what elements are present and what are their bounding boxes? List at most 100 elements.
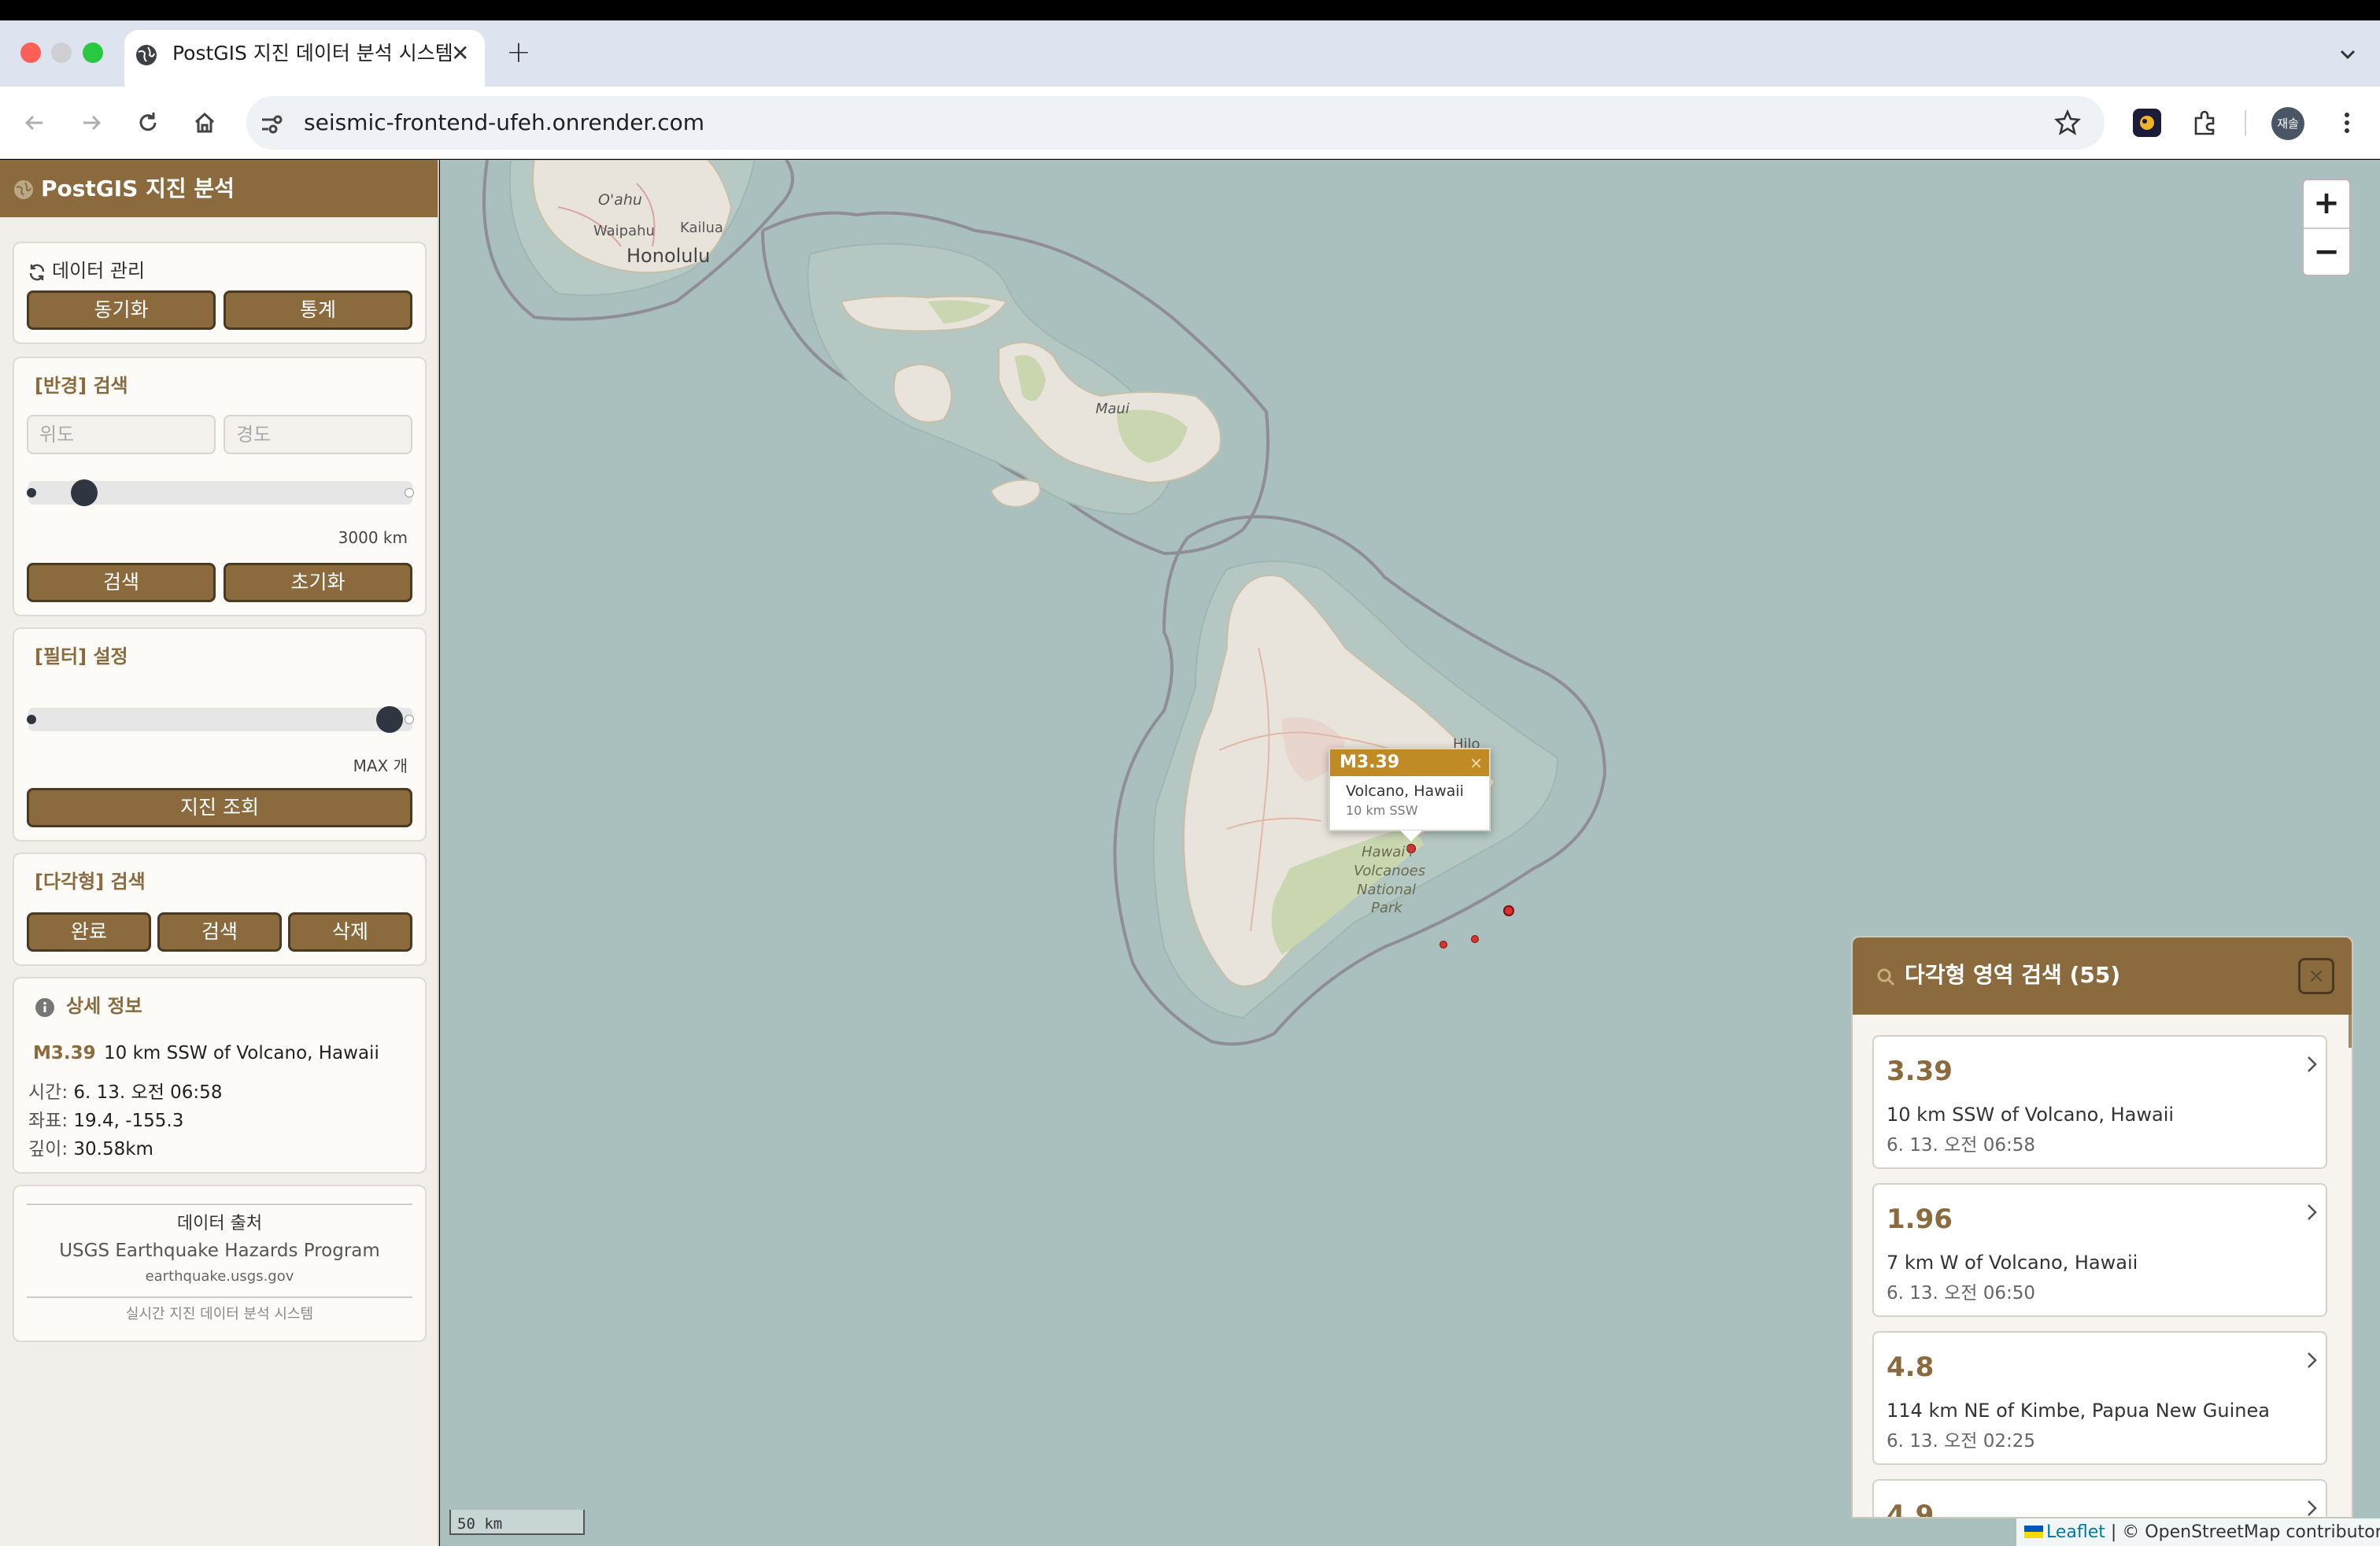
- earthquake-marker[interactable]: [1439, 941, 1447, 949]
- results-close-button[interactable]: ×: [2298, 958, 2334, 994]
- extension-icon[interactable]: [2133, 109, 2161, 137]
- radius-search-button[interactable]: 검색: [27, 563, 216, 602]
- detail-coord-value: 19.4, -155.3: [73, 1111, 184, 1131]
- stats-button[interactable]: 통계: [224, 290, 412, 330]
- zoom-in-button[interactable]: +: [2304, 180, 2349, 227]
- polygon-delete-button[interactable]: 삭제: [288, 912, 412, 952]
- details-title: 상세 정보: [66, 995, 142, 1017]
- popup-tip: [1400, 830, 1422, 841]
- zoom-control: + −: [2301, 178, 2352, 277]
- result-item[interactable]: 4.9: [1872, 1479, 2327, 1517]
- more-menu-icon[interactable]: [2331, 107, 2363, 139]
- chevron-right-icon: [2308, 1500, 2317, 1516]
- bookmark-star-icon[interactable]: [2053, 108, 2082, 138]
- divider: [27, 1204, 412, 1205]
- window-zoom-button[interactable]: [83, 43, 103, 63]
- map-label-waipahu: Waipahu: [593, 223, 655, 239]
- detail-coord-row: 좌표: 19.4, -155.3: [28, 1108, 183, 1134]
- map-label-national: National: [1357, 882, 1417, 898]
- radius-slider-thumb[interactable]: [71, 479, 98, 506]
- latitude-input[interactable]: 위도: [27, 415, 216, 454]
- results-header: 다각형 영역 검색 (55) ×: [1853, 938, 2352, 1015]
- forward-arrow-icon[interactable]: [76, 107, 107, 139]
- radius-reset-button[interactable]: 초기화: [224, 563, 412, 602]
- details-card: 상세 정보 M3.39 10 km SSW of Volcano, Hawaii…: [13, 977, 427, 1174]
- globe-icon: [136, 45, 157, 65]
- radius-slider-max: [405, 488, 414, 497]
- detail-depth-row: 깊이: 30.58km: [28, 1136, 153, 1163]
- puzzle-extensions-icon[interactable]: [2190, 107, 2221, 139]
- zoom-out-button[interactable]: −: [2304, 229, 2349, 276]
- source-site: earthquake.usgs.gov: [145, 1268, 294, 1285]
- popup-header: M3.39 ×: [1330, 749, 1489, 776]
- info-icon: [35, 998, 54, 1017]
- source-title: 데이터 출처: [176, 1214, 263, 1233]
- results-scrollbar[interactable]: [2349, 1015, 2352, 1048]
- earthquake-query-button[interactable]: 지진 조회: [27, 788, 412, 827]
- source-footer: 실시간 지진 데이터 분석 시스템: [125, 1306, 314, 1322]
- radius-search-title: [반경] 검색: [35, 375, 128, 397]
- result-time: 6. 13. 오전 06:58: [1887, 1135, 2036, 1156]
- sidebar: PostGIS 지진 분석 데이터 관리 동기화 통계 [반경] 검색 위도 경…: [0, 160, 439, 1546]
- detail-time-label: 시간:: [28, 1082, 68, 1103]
- map-label-maui: Maui: [1096, 401, 1129, 417]
- window-close-button[interactable]: [20, 43, 41, 63]
- filter-title: [필터] 설정: [35, 645, 128, 668]
- profile-avatar[interactable]: 재솔: [2271, 107, 2304, 140]
- tab-close-icon[interactable]: ✕: [451, 39, 469, 68]
- url-text[interactable]: seismic-frontend-ufeh.onrender.com: [304, 109, 704, 137]
- popup-close-icon[interactable]: ×: [1469, 749, 1483, 776]
- limit-slider[interactable]: [28, 708, 412, 731]
- radius-search-card: [반경] 검색 위도 경도 3000 km 검색 초기화: [13, 357, 427, 616]
- leaflet-link[interactable]: Leaflet: [2046, 1522, 2105, 1542]
- popup-magnitude: M3.39: [1340, 753, 1400, 772]
- divider: [27, 1296, 412, 1298]
- result-time: 6. 13. 오전 06:50: [1887, 1283, 2036, 1304]
- source-org: USGS Earthquake Hazards Program: [59, 1241, 380, 1261]
- polygon-search-card: [다각형] 검색 완료 검색 삭제: [13, 853, 427, 966]
- limit-slider-thumb[interactable]: [376, 706, 403, 733]
- map-label-kailua: Kailua: [680, 220, 723, 236]
- data-management-card: 데이터 관리 동기화 통계: [13, 242, 427, 344]
- results-title: 다각형 영역 검색 (55): [1905, 962, 2121, 988]
- window-minimize-button[interactable]: [51, 43, 72, 63]
- result-magnitude: 4.8: [1887, 1352, 1935, 1383]
- tab-search-chevron-icon[interactable]: [2333, 39, 2363, 69]
- tab-title: PostGIS 지진 데이터 분석 시스템: [172, 42, 453, 65]
- result-place: 10 km SSW of Volcano, Hawaii: [1887, 1104, 2175, 1126]
- result-item[interactable]: 4.8 114 km NE of Kimbe, Papua New Guinea…: [1872, 1331, 2327, 1465]
- sync-button[interactable]: 동기화: [27, 290, 216, 330]
- result-time: 6. 13. 오전 02:25: [1887, 1431, 2036, 1452]
- polygon-done-button[interactable]: 완료: [27, 912, 151, 952]
- polygon-results-panel: 다각형 영역 검색 (55) × 3.39 10 km SSW of Volca…: [1851, 936, 2353, 1518]
- longitude-input[interactable]: 경도: [224, 415, 412, 454]
- reload-icon[interactable]: [132, 107, 164, 139]
- back-arrow-icon[interactable]: [19, 107, 50, 139]
- polygon-search-title: [다각형] 검색: [35, 871, 146, 893]
- data-source-card: 데이터 출처 USGS Earthquake Hazards Program e…: [13, 1185, 427, 1342]
- detail-magnitude: M3.39: [33, 1043, 96, 1063]
- osm-attribution: | © OpenStreetMap contributors: [2110, 1522, 2380, 1542]
- map-label-oahu: O'ahu: [598, 191, 642, 209]
- map-attribution: Leaflet | © OpenStreetMap contributors: [2016, 1518, 2380, 1546]
- ukraine-flag-icon: [2024, 1526, 2043, 1538]
- result-magnitude: 3.39: [1887, 1056, 1953, 1087]
- result-item[interactable]: 3.39 10 km SSW of Volcano, Hawaii 6. 13.…: [1872, 1035, 2327, 1169]
- detail-coord-label: 좌표:: [28, 1111, 68, 1131]
- detail-depth-value: 30.58km: [73, 1139, 153, 1160]
- result-item[interactable]: 1.96 7 km W of Volcano, Hawaii 6. 13. 오전…: [1872, 1183, 2327, 1317]
- earthquake-marker-selected[interactable]: [1503, 905, 1514, 916]
- site-settings-icon[interactable]: [257, 110, 286, 139]
- earthquake-marker[interactable]: [1471, 935, 1479, 943]
- chevron-right-icon: [2308, 1204, 2317, 1220]
- new-tab-button[interactable]: +: [506, 35, 531, 69]
- polygon-search-button[interactable]: 검색: [157, 912, 282, 952]
- result-place: 114 km NE of Kimbe, Papua New Guinea: [1887, 1400, 2270, 1422]
- radius-slider-min: [27, 488, 36, 497]
- limit-slider-min: [27, 715, 36, 724]
- refresh-icon: [29, 264, 45, 281]
- home-icon[interactable]: [189, 107, 220, 139]
- earthquake-popup: M3.39 × Volcano, Hawaii 10 km SSW: [1329, 748, 1491, 831]
- detail-time-value: 6. 13. 오전 06:58: [73, 1082, 223, 1103]
- popup-location: Volcano, Hawaii: [1346, 782, 1464, 800]
